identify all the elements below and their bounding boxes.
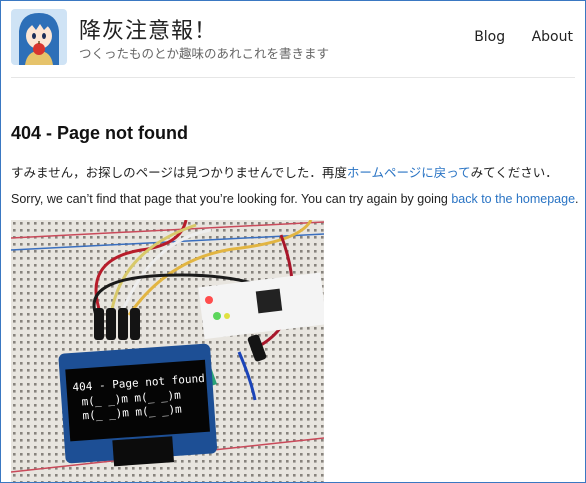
top-nav: Blog About — [452, 29, 573, 45]
message-english: Sorry, we can’t find that page that you’… — [11, 192, 579, 206]
homepage-link-en[interactable]: back to the homepage — [451, 192, 575, 206]
message-ja-text-before: すみません，お探しのページは見つかりませんでした．再度 — [11, 165, 347, 180]
nav-link-blog[interactable]: Blog — [474, 29, 505, 45]
message-en-text-after: . — [575, 192, 579, 206]
message-en-text-before: Sorry, we can’t find that page that you’… — [11, 192, 452, 206]
homepage-link-ja[interactable]: ホームページに戻って — [347, 165, 471, 180]
message-ja-text-after: みてください． — [470, 165, 558, 180]
page-frame: 降灰注意報！ つくったものとか趣味のあれこれを書きます Blog About 4… — [0, 0, 586, 483]
page-heading: 404 - Page not found — [11, 123, 189, 143]
site-title[interactable]: 降灰注意報！ — [79, 13, 217, 45]
site-subtitle: つくったものとか趣味のあれこれを書きます — [79, 46, 330, 61]
header-divider — [11, 77, 575, 78]
site-logo-avatar[interactable] — [11, 9, 67, 65]
nav-link-about[interactable]: About — [532, 29, 573, 45]
breadboard-oled-photo: 404 - Page not found m(_ _)m m(_ _)m m(_… — [11, 220, 324, 482]
site-header: 降灰注意報！ つくったものとか趣味のあれこれを書きます Blog About — [11, 9, 575, 71]
message-japanese: すみません，お探しのページは見つかりませんでした．再度ホームページに戻ってみてく… — [11, 162, 558, 181]
